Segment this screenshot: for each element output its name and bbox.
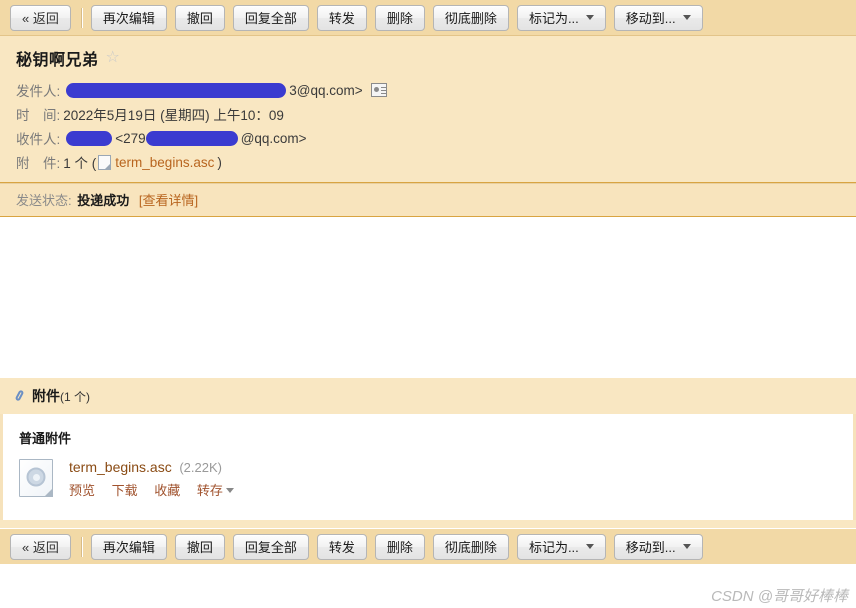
attachment-size: (2.22K) [179, 460, 222, 475]
attachment-summary-row: 附 件: 1 个 ( term_begins.asc ) [16, 150, 840, 174]
delete-button[interactable]: 删除 [374, 4, 425, 31]
back-button[interactable]: « 返回 [10, 4, 71, 31]
paperclip-icon [14, 389, 27, 403]
save-to-link[interactable]: 转存 [197, 483, 223, 498]
mark-as-label: 标记为... [528, 540, 579, 555]
attachments-panel-title: 附件 [32, 388, 60, 404]
send-status-label: 发送状态: [16, 193, 72, 208]
view-details-link[interactable]: [查看详情] [139, 193, 198, 208]
file-icon [19, 459, 53, 497]
sender-redaction [66, 82, 287, 98]
attachment-name-row: term_begins.asc (2.22K) [69, 459, 234, 475]
attachments-panel-footer [0, 520, 856, 528]
attachment-count: 1 个 ( [63, 156, 97, 171]
attachment-group-title: 普通附件 [19, 431, 72, 446]
mail-body-content [0, 217, 856, 378]
recipient-value-mid: <279 [115, 130, 146, 146]
permanent-delete-button-bottom[interactable]: 彻底删除 [432, 533, 509, 560]
sender-label: 发件人: [16, 84, 61, 99]
attachment-filename-link[interactable]: term_begins.asc [115, 155, 214, 170]
top-toolbar: « 返回 再次编辑 撤回 回复全部 转发 删除 彻底删除 标记为... 移动到.… [0, 0, 856, 36]
date-value: 2022年5月19日 (星期四) 上午10：09 [63, 108, 284, 123]
mark-as-dropdown-button-bottom[interactable]: 标记为... [516, 533, 606, 560]
subject-row: 秘钥啊兄弟 ☆ [16, 46, 840, 70]
move-to-label: 移动到... [625, 540, 676, 555]
chevron-down-icon [682, 15, 691, 20]
reply-all-button[interactable]: 回复全部 [232, 4, 309, 31]
mark-as-dropdown-button[interactable]: 标记为... [516, 4, 606, 31]
attachment-actions: 预览 下载 收藏 转存 [69, 480, 234, 499]
recall-button[interactable]: 撤回 [174, 4, 225, 31]
date-label: 时 间: [16, 108, 61, 123]
chevron-down-icon [682, 544, 691, 549]
watermark: CSDN @哥哥好棒棒 [711, 588, 848, 605]
chevron-down-icon[interactable] [225, 488, 234, 493]
move-to-label: 移动到... [625, 11, 676, 26]
recipient-value-tail: @qq.com> [240, 130, 307, 146]
permanent-delete-button[interactable]: 彻底删除 [432, 4, 509, 31]
forward-button[interactable]: 转发 [316, 4, 367, 31]
chevron-down-icon [585, 544, 594, 549]
recipient-name-redaction [66, 130, 113, 146]
move-to-dropdown-button[interactable]: 移动到... [613, 4, 703, 31]
edit-again-button-bottom[interactable]: 再次编辑 [90, 533, 167, 560]
attachment-name-link[interactable]: term_begins.asc [69, 459, 172, 475]
toolbar-separator [80, 7, 83, 28]
recipient-row: 收件人: <279 @qq.com> [16, 126, 840, 150]
bottom-toolbar: « 返回 再次编辑 撤回 回复全部 转发 删除 彻底删除 标记为... 移动到.… [0, 528, 856, 564]
page-fold-icon [44, 488, 53, 497]
send-status-value: 投递成功 [77, 193, 130, 208]
document-icon [98, 154, 112, 170]
chevron-down-icon [585, 15, 594, 20]
attachments-panel-count: (1 个) [60, 389, 91, 404]
move-to-dropdown-button-bottom[interactable]: 移动到... [613, 533, 703, 560]
delete-button-bottom[interactable]: 删除 [374, 533, 425, 560]
date-row: 时 间: 2022年5月19日 (星期四) 上午10：09 [16, 102, 840, 126]
mark-as-label: 标记为... [528, 11, 579, 26]
reply-all-button-bottom[interactable]: 回复全部 [232, 533, 309, 560]
file-emblem-icon [26, 467, 46, 487]
sender-row: 发件人: 3@qq.com> [16, 78, 840, 102]
mail-header: 秘钥啊兄弟 ☆ 发件人: 3@qq.com> 时 间: 2022年5月19日 (… [0, 36, 856, 183]
preview-link[interactable]: 预览 [69, 483, 95, 498]
favorite-link[interactable]: 收藏 [154, 483, 180, 498]
attachment-paren: ) [217, 154, 222, 170]
star-outline-icon[interactable]: ☆ [106, 50, 120, 66]
recipient-address-redaction [145, 130, 238, 146]
recall-button-bottom[interactable]: 撤回 [174, 533, 225, 560]
page-title: 秘钥啊兄弟 [16, 52, 99, 69]
contact-card-icon[interactable] [370, 83, 387, 97]
sender-value: 3@qq.com> [289, 82, 363, 98]
recipient-label: 收件人: [16, 132, 61, 147]
attachment-list-item: term_begins.asc (2.22K) 预览 下载 收藏 转存 [19, 459, 837, 499]
attachments-panel-header: 附件 (1 个) [0, 378, 856, 414]
send-status-bar: 发送状态: 投递成功 [查看详情] [0, 183, 856, 217]
download-link[interactable]: 下载 [112, 483, 138, 498]
attachment-label: 附 件: [16, 156, 61, 171]
attachments-panel-body: 普通附件 term_begins.asc (2.22K) 预览 下载 收藏 转存 [0, 414, 856, 520]
edit-again-button[interactable]: 再次编辑 [90, 4, 167, 31]
toolbar-separator [80, 536, 83, 557]
attachment-detail: term_begins.asc (2.22K) 预览 下载 收藏 转存 [69, 459, 234, 499]
back-button-bottom[interactable]: « 返回 [10, 533, 71, 560]
forward-button-bottom[interactable]: 转发 [316, 533, 367, 560]
